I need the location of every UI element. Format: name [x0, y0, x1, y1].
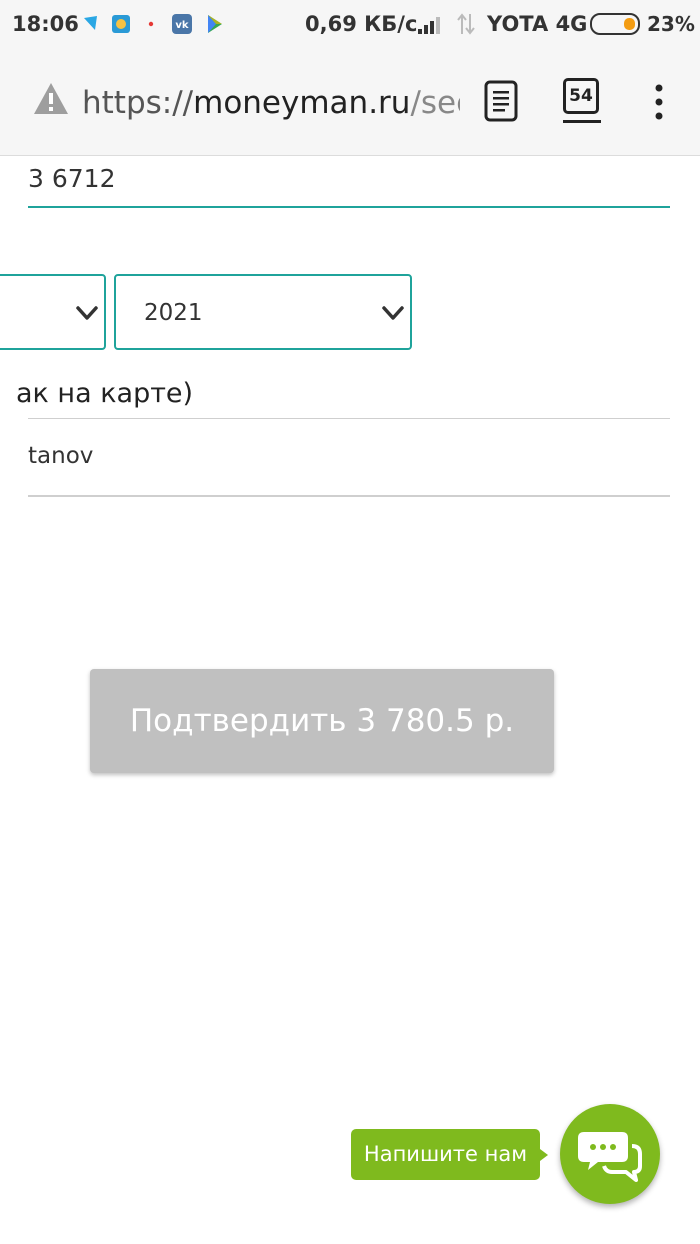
url-prefix: https://: [82, 85, 194, 121]
confirm-payment-button[interactable]: Подтвердить 3 780.5 р.: [90, 669, 554, 773]
tabs-icon[interactable]: 54: [563, 78, 599, 114]
card-holder-value: tanov: [28, 443, 94, 469]
expiry-month-select[interactable]: [0, 274, 106, 350]
network-speed: 0,69 КБ/с: [305, 12, 418, 36]
tabs-underline: [563, 120, 601, 123]
url-path: /secur: [410, 85, 460, 121]
chat-bubbles-icon: [578, 1132, 642, 1182]
telegram-icon: [84, 16, 97, 30]
card-holder-field[interactable]: tanov: [28, 418, 670, 497]
chat-label-arrow: [540, 1149, 548, 1161]
svg-text:vk: vk: [175, 20, 189, 31]
chat-button[interactable]: [560, 1104, 660, 1204]
mail-icon: [112, 15, 130, 33]
status-time: 18:06: [12, 12, 79, 36]
chevron-down-icon: [76, 306, 98, 320]
card-holder-label: ак на карте): [16, 378, 194, 409]
reader-mode-icon[interactable]: [484, 80, 518, 122]
chevron-down-icon: [382, 306, 404, 320]
play-store-icon: [208, 15, 222, 33]
signal-icon: [418, 17, 440, 34]
expiry-year-select[interactable]: 2021: [114, 274, 412, 350]
browser-toolbar: https://moneyman.ru/secur 54: [0, 50, 700, 156]
data-transfer-icon: [457, 13, 475, 35]
expiry-year-value: 2021: [144, 300, 203, 326]
card-number-field[interactable]: 3 6712: [28, 160, 670, 208]
chat-label-button[interactable]: Напишите нам: [351, 1129, 540, 1180]
carrier-label: YOTA 4G: [487, 12, 588, 36]
url-host: moneyman.ru: [193, 85, 411, 121]
url-bar[interactable]: https://moneyman.ru/secur: [82, 82, 460, 124]
warning-icon[interactable]: [32, 80, 70, 118]
vk-icon: vk: [172, 14, 192, 34]
battery-percent: 23%: [647, 12, 695, 36]
overflow-menu-icon[interactable]: [650, 83, 668, 121]
notification-dot-icon: [148, 21, 154, 27]
status-bar: 18:06 vk 0,69 КБ/с YOTA 4G 23%: [0, 0, 700, 50]
card-number-value: 3 6712: [28, 164, 116, 193]
battery-icon: [590, 13, 640, 35]
